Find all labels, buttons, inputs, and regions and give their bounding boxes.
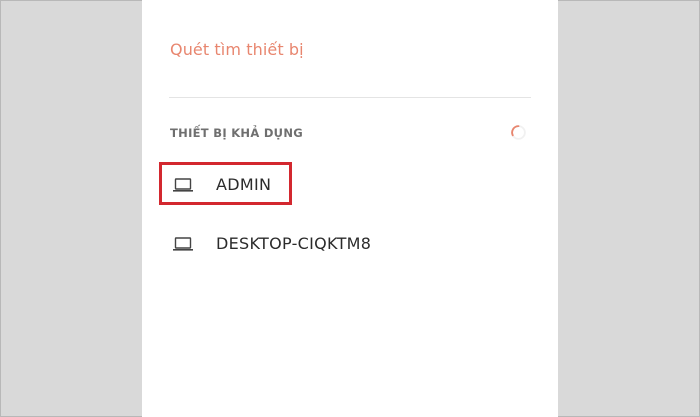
scan-devices-link[interactable]: Quét tìm thiết bị (170, 40, 304, 59)
divider (169, 97, 531, 98)
available-devices-header: THIẾT BỊ KHẢ DỤNG (170, 126, 303, 140)
laptop-icon (173, 237, 193, 251)
laptop-icon (173, 178, 193, 192)
device-item-desktop[interactable]: DESKTOP-CIQKTM8 (166, 227, 536, 261)
device-name: ADMIN (216, 175, 272, 194)
device-name: DESKTOP-CIQKTM8 (216, 234, 372, 253)
loading-spinner-icon (511, 125, 526, 140)
device-item-admin[interactable]: ADMIN (166, 168, 536, 202)
device-panel: Quét tìm thiết bị THIẾT BỊ KHẢ DỤNG ADMI… (142, 0, 558, 417)
